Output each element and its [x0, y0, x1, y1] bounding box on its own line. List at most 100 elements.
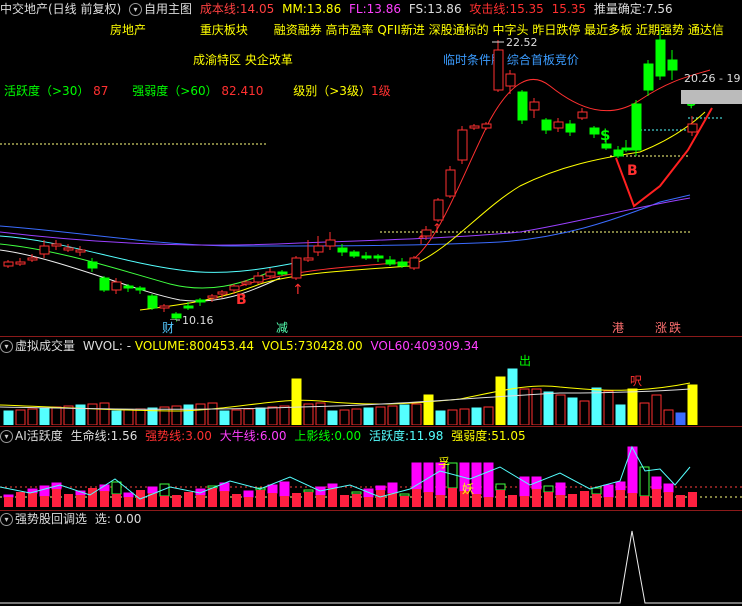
tag-die[interactable]: 跌 [669, 320, 681, 335]
ma-purple [0, 197, 691, 246]
volume-bar [87, 403, 98, 425]
ai-bar-lower [400, 496, 409, 507]
ai-bar-upper [651, 476, 662, 490]
ai-bar-lower [676, 495, 685, 507]
ai-bar-upper [663, 483, 674, 493]
ai-bar-lower [556, 495, 565, 507]
candle-body [111, 281, 122, 291]
price-chart[interactable]: B B $ $ ↑ ↑ ↑ 22.52 10.16 20.26 - 19 财 减… [0, 0, 742, 336]
volume-bar [99, 402, 110, 425]
candle-body [135, 287, 146, 291]
ai-bar-lower [508, 495, 517, 507]
ai-bar-lower [76, 495, 85, 507]
candle-body [313, 245, 324, 253]
tag-gang[interactable]: 港 [612, 321, 624, 335]
ai-bar-lower [244, 497, 253, 507]
candle-body [349, 251, 360, 257]
candle-body [445, 169, 456, 197]
ai-bar-lower [316, 495, 325, 507]
candle-body [565, 123, 576, 133]
ai-bar-upper [363, 488, 374, 498]
ai-bar-lower [280, 496, 289, 507]
ai-bar-lower [664, 492, 673, 507]
ai-bar-upper [147, 486, 158, 494]
volume-bar [375, 406, 386, 425]
ai-bar-lower [328, 488, 337, 507]
candle-body [217, 291, 228, 295]
volume-bar [231, 409, 242, 425]
candle-body [27, 257, 38, 261]
volume-bar [459, 408, 470, 425]
volume-chart[interactable]: 出 呎 [0, 337, 742, 425]
volume-bar [123, 409, 134, 425]
candle-body [643, 63, 654, 91]
candle-body [481, 123, 492, 129]
candle-body [51, 243, 62, 247]
ai-bar-lower [184, 492, 193, 507]
candle-body [621, 147, 632, 151]
ai-bar-lower [364, 497, 373, 507]
ai-mark-yao: 妖 [462, 482, 474, 496]
ai-bar-upper [531, 476, 542, 490]
volume-bar [507, 368, 518, 425]
right-price-label: 20.26 - 19 [684, 72, 740, 85]
ai-bar-upper [555, 482, 566, 496]
ai-bar-upper [123, 492, 134, 498]
candle-body [385, 259, 396, 265]
ai-bar-upper [591, 487, 602, 495]
ai-bar-upper [603, 484, 614, 498]
candle-body [241, 281, 252, 285]
candle-body [373, 255, 384, 259]
volume-bar [651, 394, 662, 425]
ai-bar-lower [172, 495, 181, 507]
candle-body [303, 257, 314, 261]
candle-body [687, 123, 698, 133]
volume-bar [39, 407, 50, 425]
candle-body [277, 271, 288, 275]
ai-bar-lower [388, 493, 397, 507]
ai-bar-upper [303, 489, 314, 493]
candle-body [613, 149, 624, 157]
ai-bars [3, 446, 697, 507]
candle-body [541, 119, 552, 131]
candle-body [159, 305, 170, 309]
ai-bar-lower [688, 492, 697, 507]
ai-bar-upper [399, 493, 410, 497]
volume-bar [687, 384, 698, 425]
volume-bar [135, 408, 146, 425]
vol-mark-out: 出 [519, 354, 531, 368]
volume-bar [255, 407, 266, 425]
volume-bar [483, 406, 494, 425]
ai-bar-upper [543, 485, 554, 493]
ai-bar-upper [351, 491, 362, 495]
tag-zhang[interactable]: 涨 [655, 320, 667, 335]
ai-activity-chart[interactable]: 孚 妖 [0, 427, 742, 509]
volume-bar [543, 391, 554, 425]
candle-body [325, 239, 336, 247]
volume-bar [27, 408, 38, 425]
tag-jian[interactable]: 减 [276, 321, 288, 335]
ai-bar-lower [52, 489, 61, 507]
ai-bar-lower [40, 496, 49, 507]
candle-body [183, 305, 194, 309]
ai-bar-lower [604, 497, 613, 507]
ai-bar-lower [256, 490, 265, 507]
pullback-chart[interactable] [0, 511, 742, 606]
ai-bar-lower [16, 492, 25, 507]
volume-bar [327, 410, 338, 425]
volume-bar [471, 407, 482, 425]
volume-bar [447, 409, 458, 425]
ai-bar-lower [160, 496, 169, 507]
volume-bar [3, 410, 14, 425]
ai-bar-upper [483, 462, 494, 498]
volume-bar [639, 402, 650, 425]
candle-body [493, 49, 504, 91]
ai-bar-lower [532, 489, 541, 507]
vol-mark-suo: 呎 [630, 374, 642, 388]
ai-bar-lower [100, 491, 109, 507]
tag-cai[interactable]: 财 [162, 321, 174, 335]
ai-bar-upper [639, 466, 650, 497]
buy-mark: B [627, 163, 638, 179]
ai-bar-lower [268, 493, 277, 507]
ai-bar-lower [196, 495, 205, 507]
